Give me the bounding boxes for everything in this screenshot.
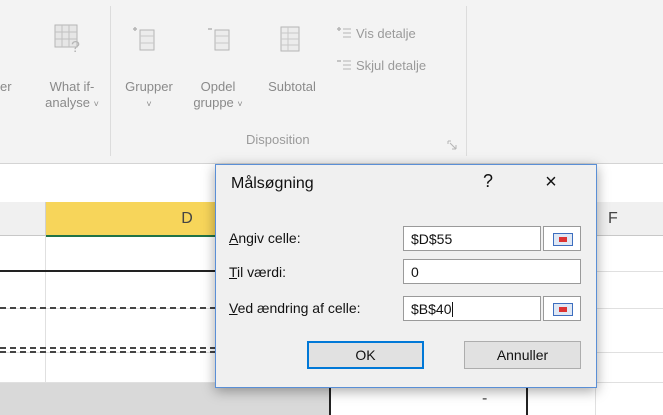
chevron-down-icon: ˅	[237, 99, 243, 109]
ungroup-label-line2: gruppe	[193, 95, 234, 110]
ungroup-label-line1: Opdel	[200, 79, 236, 94]
chevron-down-icon: ˅	[93, 99, 99, 109]
goal-seek-dialog: Målsøgning ? × Angiv celle: $D$55 Til væ…	[215, 164, 597, 388]
what-if-label-line1: What if-	[49, 79, 95, 94]
to-value-label: Til værdi:	[229, 264, 286, 280]
by-changing-label-text: ed ændring af celle:	[237, 300, 361, 316]
cell-value[interactable]: -	[482, 390, 487, 408]
collapse-dialog-icon	[553, 233, 573, 246]
hide-detail-icon	[336, 58, 352, 72]
group-label: Grupper	[125, 79, 173, 94]
set-cell-label: Angiv celle:	[229, 230, 301, 246]
ungroup-button[interactable]: Opdel gruppe ˅	[186, 79, 250, 112]
what-if-analysis-button[interactable]: What if- analyse ˅	[36, 79, 108, 112]
cancel-button[interactable]: Annuller	[464, 341, 581, 369]
cell-border-thick	[0, 270, 216, 272]
by-changing-accel: V	[229, 300, 238, 316]
column-header-c[interactable]	[0, 202, 46, 236]
ribbon-separator	[466, 6, 467, 156]
subtotal-icon	[277, 24, 303, 54]
ok-button[interactable]: OK	[307, 341, 424, 369]
ribbon-separator	[110, 6, 111, 156]
by-changing-ref-button[interactable]	[543, 296, 581, 321]
dialog-launcher-icon[interactable]	[447, 137, 457, 150]
close-icon[interactable]: ×	[538, 171, 564, 194]
help-icon[interactable]: ?	[478, 171, 498, 192]
to-value-accel: T	[229, 264, 238, 280]
ribbon: er ? What if- analyse ˅ Grupper ˅ Opdel …	[0, 0, 663, 164]
set-cell-label-text: ngiv celle:	[238, 230, 301, 246]
truncated-ribbon-label: er	[0, 79, 12, 94]
what-if-label-line2: analyse	[45, 95, 90, 110]
text-caret	[452, 302, 454, 317]
cell-border-dashed	[0, 307, 216, 309]
by-changing-input[interactable]: $B$40	[403, 296, 541, 321]
to-value-input[interactable]: 0	[403, 259, 581, 284]
group-button[interactable]: Grupper ˅	[118, 79, 180, 112]
dialog-title: Målsøgning	[231, 175, 314, 192]
to-value-label-text: il værdi:	[237, 264, 287, 280]
hide-detail-button[interactable]: Skjul detalje	[356, 58, 426, 73]
group-icon	[132, 24, 158, 54]
subtotal-button[interactable]: Subtotal	[262, 79, 322, 95]
set-cell-accel: A	[229, 230, 239, 246]
cell-border-dashed	[0, 347, 216, 349]
disposition-group-label: Disposition	[246, 132, 310, 147]
svg-text:?: ?	[71, 39, 80, 54]
collapse-dialog-icon	[553, 303, 573, 316]
show-detail-icon	[336, 26, 352, 40]
cell-border-dashed	[0, 351, 216, 353]
chevron-down-icon: ˅	[146, 99, 152, 109]
what-if-analysis-icon: ?	[52, 22, 84, 54]
ungroup-icon	[207, 24, 233, 54]
column-f-label: F	[608, 210, 618, 227]
by-changing-label: Ved ændring af celle:	[229, 300, 361, 316]
set-cell-ref-button[interactable]	[543, 226, 581, 251]
set-cell-input[interactable]: $D$55	[403, 226, 541, 251]
show-detail-button[interactable]: Vis detalje	[356, 26, 416, 41]
by-changing-value: $B$40	[411, 301, 452, 317]
